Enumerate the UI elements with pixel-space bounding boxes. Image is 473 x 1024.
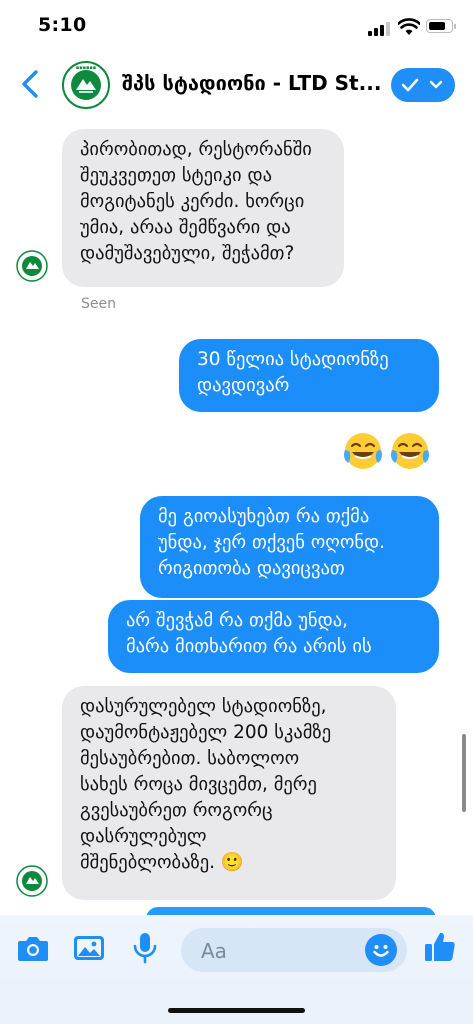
battery-icon — [426, 19, 456, 33]
message-outgoing[interactable]: მე გიოასუხებთ რა თქმა უნდა, ჯერ თქვენ ოღ… — [140, 496, 439, 598]
conversation-header: ▪▪▪▪▪▪ შპს სტადიონი - LTD St... — [0, 56, 473, 116]
laughing-with-tears-emoji-icon[interactable] — [341, 430, 385, 472]
emoji-button[interactable] — [365, 934, 397, 966]
message-composer[interactable] — [181, 928, 407, 974]
cellular-signal-icon — [368, 22, 390, 36]
contact-avatar-logo[interactable]: ▪▪▪▪▪▪ — [62, 61, 110, 109]
laughing-with-tears-emoji-icon[interactable] — [388, 430, 432, 472]
message-outgoing[interactable]: 30 წელია სტადიონზე დავდივარ — [179, 339, 439, 412]
gallery-icon[interactable] — [72, 934, 106, 962]
scrollbar[interactable] — [462, 734, 466, 812]
home-indicator[interactable] — [168, 1008, 305, 1013]
wifi-icon — [398, 18, 420, 35]
message-outgoing[interactable]: არ შევჭამ რა თქმა უნდა, მარა მითხარით რა… — [108, 600, 439, 673]
message-incoming[interactable]: პირობითად, რესტორანში შეუკვეთეთ სტეიკი დ… — [62, 129, 344, 287]
chevron-down-icon — [429, 80, 443, 89]
sender-avatar-logo — [16, 250, 48, 282]
back-arrow-icon[interactable] — [16, 66, 46, 102]
svg-text:▪▪▪▪▪▪: ▪▪▪▪▪▪ — [76, 65, 96, 71]
message-input[interactable] — [199, 928, 363, 974]
status-bar: 5:10 — [0, 0, 473, 56]
smiley-icon — [373, 945, 389, 957]
thumbs-up-icon[interactable] — [422, 929, 458, 965]
check-icon — [401, 78, 419, 92]
battery-level — [428, 21, 445, 30]
microphone-icon[interactable] — [132, 931, 158, 965]
conversation-title[interactable]: შპს სტადიონი - LTD St... — [122, 71, 381, 95]
camera-icon[interactable] — [16, 933, 50, 963]
status-time: 5:10 — [38, 14, 87, 36]
message-incoming[interactable]: დასურულებელ სტადიონზე, დაუმონტაჟებელ 200… — [62, 686, 396, 900]
sender-avatar-logo — [16, 865, 48, 897]
verify-dropdown-button[interactable] — [391, 68, 455, 102]
seen-indicator: Seen — [81, 296, 116, 312]
